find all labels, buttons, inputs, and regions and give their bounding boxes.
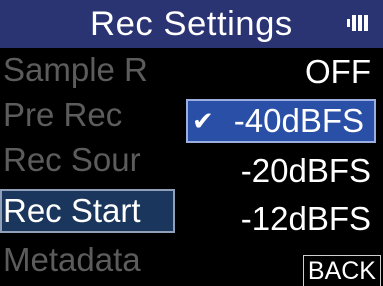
option-label: -20dBFS [240, 152, 371, 189]
option-minus-12dbfs[interactable]: -12dBFS [180, 197, 383, 241]
option-label: OFF [305, 53, 371, 90]
title-bar: Rec Settings [0, 0, 383, 48]
option-minus-40dbfs[interactable]: ✔ -40dBFS [186, 99, 376, 143]
screen-title: Rec Settings [90, 4, 293, 43]
option-minus-20dbfs[interactable]: -20dBFS [180, 149, 383, 193]
option-label: -12dBFS [240, 200, 371, 237]
option-off[interactable]: OFF [180, 50, 383, 94]
options-panel: OFF ✔ -40dBFS -20dBFS -12dBFS BACK [180, 48, 383, 286]
settings-menu: Sample R Pre Rec Rec Sour Rec Start Meta… [0, 48, 175, 286]
menu-item-sample-rate[interactable]: Sample R [0, 48, 175, 92]
menu-item-metadata[interactable]: Metadata [0, 238, 175, 282]
back-button[interactable]: BACK [302, 255, 381, 286]
menu-item-rec-source[interactable]: Rec Sour [0, 138, 175, 182]
menu-item-rec-start[interactable]: Rec Start [0, 189, 175, 233]
check-icon: ✔ [192, 106, 214, 136]
menu-item-pre-rec[interactable]: Pre Rec [0, 93, 175, 137]
battery-full-icon [347, 14, 373, 32]
option-label: -40dBFS [233, 102, 364, 139]
